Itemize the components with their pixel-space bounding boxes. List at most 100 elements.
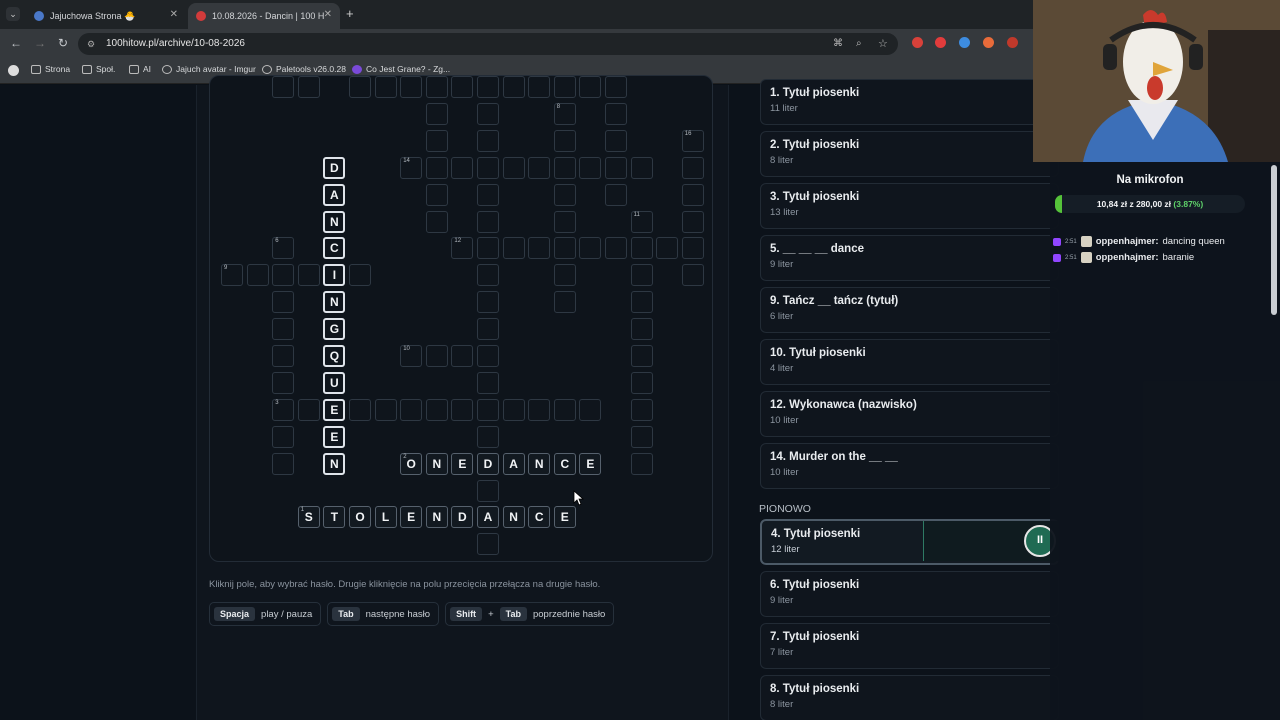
tab-100hitow[interactable]: 10.08.2026 - Dancin | 100 H ✕	[188, 3, 340, 29]
crossword-cell[interactable]	[553, 76, 576, 98]
crossword-cell[interactable]	[630, 264, 653, 287]
crossword-cell[interactable]	[374, 76, 397, 98]
crossword-cell[interactable]	[579, 76, 602, 98]
crossword-cell[interactable]	[605, 76, 627, 98]
crossword-cell[interactable]	[502, 237, 525, 260]
crossword-cell[interactable]	[477, 479, 499, 502]
tab-jajuchowa[interactable]: Jajuchowa Strona 🐣 ✕	[26, 3, 186, 29]
clue-item[interactable]: 3. Tytuł piosenki 13 liter	[760, 183, 1059, 229]
crossword-cell[interactable]	[349, 76, 371, 98]
crossword-cell[interactable]	[272, 76, 295, 98]
crossword-cell-filled[interactable]: N	[528, 452, 551, 475]
crossword-cell[interactable]	[477, 318, 499, 341]
crossword-cell[interactable]	[630, 371, 653, 394]
crossword-cell[interactable]	[681, 237, 704, 260]
crossword-cell[interactable]	[477, 291, 499, 314]
crossword-cell[interactable]	[477, 264, 499, 287]
crossword-cell-filled[interactable]: E	[400, 506, 423, 529]
crossword-cell[interactable]	[477, 533, 499, 556]
clue-item[interactable]: 6. Tytuł piosenki 9 liter	[760, 571, 1059, 617]
crossword-cell-filled[interactable]: Q	[323, 345, 346, 367]
crossword-cell-filled[interactable]: D	[323, 156, 346, 179]
crossword-cell[interactable]	[528, 237, 551, 260]
crossword-cell-filled[interactable]: D	[477, 452, 499, 475]
crossword-cell-filled[interactable]: O	[349, 506, 371, 529]
crossword-cell[interactable]	[630, 291, 653, 314]
crossword-cell-filled[interactable]: U	[323, 371, 346, 394]
crossword-cell[interactable]	[553, 183, 576, 206]
crossword-cell[interactable]	[630, 156, 653, 179]
crossword-cell[interactable]	[400, 398, 423, 421]
crossword-cell-filled[interactable]: C	[528, 506, 551, 529]
crossword-cell-filled[interactable]: N	[502, 506, 525, 529]
crossword-cell-filled[interactable]: E	[451, 452, 474, 475]
translate-icon[interactable]: ⌘	[833, 33, 843, 55]
crossword-cell[interactable]	[656, 237, 679, 260]
crossword-cell[interactable]	[553, 129, 576, 152]
crossword-cell[interactable]	[425, 345, 448, 367]
crossword-cell[interactable]	[477, 102, 499, 125]
crossword-cell-filled[interactable]: N	[323, 291, 346, 314]
crossword-cell[interactable]: 16	[681, 129, 704, 152]
crossword-cell[interactable]	[528, 156, 551, 179]
crossword-cell-filled[interactable]: S1	[297, 506, 320, 529]
crossword-cell[interactable]	[272, 452, 295, 475]
crossword-cell-filled[interactable]: C	[323, 237, 346, 260]
crossword-cell[interactable]	[681, 156, 704, 179]
crossword-cell[interactable]	[477, 345, 499, 367]
crossword-cell[interactable]	[579, 398, 602, 421]
crossword-cell[interactable]	[297, 398, 320, 421]
crossword-cell-filled[interactable]: N	[323, 210, 346, 233]
crossword-cell-filled[interactable]: C	[553, 452, 576, 475]
crossword-cell[interactable]	[579, 237, 602, 260]
crossword-cell[interactable]	[246, 264, 269, 287]
crossword-cell[interactable]	[605, 129, 627, 152]
crossword-cell[interactable]	[605, 102, 627, 125]
back-icon[interactable]: ←	[10, 36, 22, 50]
bookmark-star-icon[interactable]: ☆	[878, 33, 888, 55]
crossword-cell[interactable]	[605, 156, 627, 179]
crossword-cell-filled[interactable]: E	[323, 425, 346, 448]
crossword-cell[interactable]	[297, 264, 320, 287]
crossword-cell[interactable]	[451, 156, 474, 179]
clue-item[interactable]: 8. Tytuł piosenki 8 liter	[760, 675, 1059, 720]
crossword-cell[interactable]	[579, 156, 602, 179]
crossword-cell-filled[interactable]: A	[502, 452, 525, 475]
clue-item[interactable]: 9. Tańcz __ tańcz (tytuł) 6 liter	[760, 287, 1059, 333]
crossword-cell[interactable]	[502, 398, 525, 421]
clue-item[interactable]: 1. Tytuł piosenki 11 liter	[760, 79, 1059, 125]
crossword-cell[interactable]: 11	[630, 210, 653, 233]
crossword-cell[interactable]: 3	[272, 398, 295, 421]
crossword-cell[interactable]	[297, 76, 320, 98]
crossword-cell[interactable]: 8	[553, 102, 576, 125]
crossword-cell-filled[interactable]: E	[579, 452, 602, 475]
crossword-cell-filled[interactable]: N	[425, 452, 448, 475]
crossword-cell[interactable]	[349, 398, 371, 421]
bookmark-co-jest-grane[interactable]: Co Jest Grane? - Zg...	[352, 64, 450, 74]
crossword-cell[interactable]	[630, 237, 653, 260]
crossword-cell-filled[interactable]: T	[323, 506, 346, 529]
extension-icon[interactable]	[983, 37, 994, 48]
crossword-cell[interactable]	[553, 264, 576, 287]
crossword-cell[interactable]	[477, 129, 499, 152]
crossword-cell[interactable]	[630, 425, 653, 448]
crossword-cell[interactable]	[630, 398, 653, 421]
crossword-cell[interactable]	[553, 210, 576, 233]
crossword-cell[interactable]: 12	[451, 237, 474, 260]
crossword-cell[interactable]	[630, 318, 653, 341]
crossword-cell-filled[interactable]: N	[425, 506, 448, 529]
crossword-cell[interactable]	[477, 76, 499, 98]
crossword-cell[interactable]	[425, 76, 448, 98]
crossword-cell[interactable]	[451, 345, 474, 367]
tab-close-icon[interactable]: ✕	[170, 9, 178, 20]
crossword-cell[interactable]	[425, 102, 448, 125]
tab-search-button[interactable]: ⌄	[6, 7, 20, 21]
forward-icon[interactable]: →	[34, 36, 46, 50]
crossword-cell[interactable]	[477, 425, 499, 448]
crossword-cell[interactable]	[528, 398, 551, 421]
crossword-cell[interactable]: 9	[221, 264, 243, 287]
crossword-cell[interactable]: 14	[400, 156, 423, 179]
crossword-cell[interactable]	[451, 76, 474, 98]
crossword-cell[interactable]	[553, 398, 576, 421]
clue-item[interactable]: 7. Tytuł piosenki 7 liter	[760, 623, 1059, 669]
